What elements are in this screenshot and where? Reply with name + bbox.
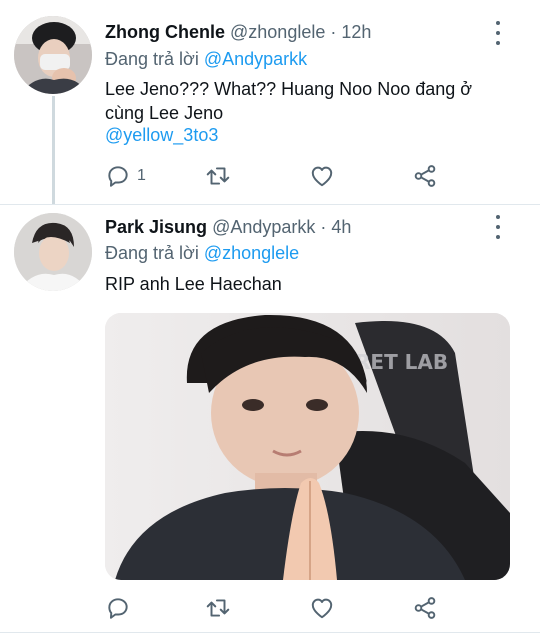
tweet-zhonglele[interactable]: Zhong Chenle @zhonglele · 12h Đang trả l…: [0, 0, 540, 205]
like-button[interactable]: [309, 161, 335, 191]
retweet-button[interactable]: [205, 593, 231, 623]
reply-mention-link[interactable]: @zhonglele: [204, 243, 299, 263]
user-handle[interactable]: @Andyparkk: [212, 217, 315, 237]
tweet-header: Park Jisung @Andyparkk · 4h: [105, 216, 351, 238]
more-vertical-icon[interactable]: [488, 215, 508, 239]
retweet-button[interactable]: [205, 161, 231, 191]
share-button[interactable]: [412, 161, 438, 191]
tweet-mention-link[interactable]: @yellow_3to3: [105, 123, 218, 147]
display-name[interactable]: Zhong Chenle: [105, 22, 225, 42]
reply-button[interactable]: [105, 593, 131, 623]
avatar[interactable]: [14, 213, 92, 291]
reply-icon: [108, 166, 128, 187]
tweet-text: Lee Jeno??? What?? Huang Noo Noo đang ở …: [105, 79, 473, 123]
reply-mention-link[interactable]: @Andyparkk: [204, 49, 307, 69]
timestamp[interactable]: 12h: [341, 22, 371, 42]
tweet-divider: [0, 632, 540, 633]
display-name[interactable]: Park Jisung: [105, 217, 207, 237]
share-button[interactable]: [412, 593, 438, 623]
tweet-actions: 1: [105, 161, 445, 191]
tweet-header: Zhong Chenle @zhonglele · 12h: [105, 21, 371, 43]
tweet-text: RIP anh Lee Haechan: [105, 274, 282, 294]
share-icon: [414, 165, 436, 187]
replying-to-label: Đang trả lời: [105, 49, 199, 69]
user-handle[interactable]: @zhonglele: [230, 22, 325, 42]
separator-dot: ·: [320, 217, 327, 237]
svg-text:RET LAB: RET LAB: [355, 350, 448, 374]
share-icon: [414, 597, 436, 619]
reply-icon: [108, 598, 128, 619]
thread-line: [52, 96, 55, 205]
reply-count: 1: [137, 167, 146, 184]
heart-icon: [311, 598, 333, 619]
like-button[interactable]: [309, 593, 335, 623]
replying-to: Đang trả lời @Andyparkk: [105, 48, 307, 70]
tweet-media-image[interactable]: RET LAB: [105, 313, 510, 580]
replying-to-label: Đang trả lời: [105, 243, 199, 263]
reply-button[interactable]: 1: [105, 161, 146, 191]
timestamp[interactable]: 4h: [331, 217, 351, 237]
media-overlay-text: RET LAB: [355, 350, 448, 374]
replying-to: Đang trả lời @zhonglele: [105, 242, 299, 264]
retweet-icon: [206, 599, 230, 617]
separator-dot: ·: [330, 22, 337, 42]
retweet-icon: [206, 167, 230, 185]
heart-icon: [311, 166, 333, 187]
more-vertical-icon[interactable]: [488, 21, 508, 45]
avatar[interactable]: [14, 16, 92, 94]
tweet-actions: [105, 593, 445, 623]
